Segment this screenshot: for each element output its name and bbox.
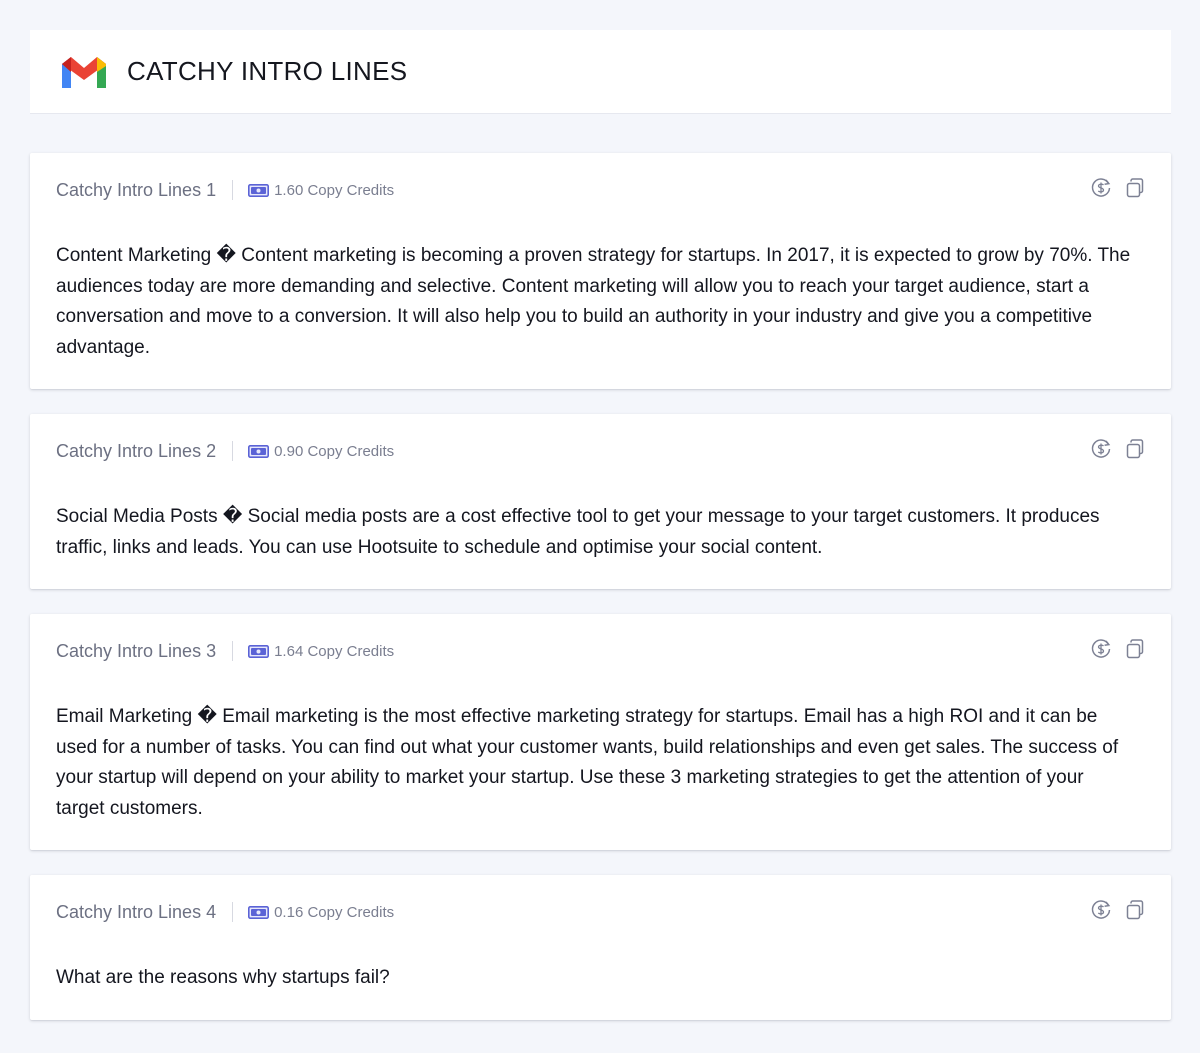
card-header: Catchy Intro Lines 3 1.64 Copy Credits <box>56 640 394 662</box>
result-card: Catchy Intro Lines 4 0.16 Copy Credits W… <box>30 875 1171 1020</box>
page-header: CATCHY INTRO LINES <box>30 30 1171 114</box>
card-actions <box>1090 438 1146 460</box>
money-bill-icon <box>248 905 270 919</box>
card-header: Catchy Intro Lines 2 0.90 Copy Credits <box>56 440 394 462</box>
card-title: Catchy Intro Lines 4 <box>56 901 217 922</box>
card-title: Catchy Intro Lines 2 <box>56 440 217 461</box>
card-text: What are the reasons why startups fail? <box>56 967 390 988</box>
money-bill-icon <box>248 183 270 197</box>
copy-icon[interactable] <box>1124 438 1146 460</box>
card-text: Content Marketing � Content marketing is… <box>56 245 1131 358</box>
dollar-refresh-icon[interactable] <box>1090 438 1112 460</box>
credits-label: 0.16 Copy Credits <box>274 903 395 921</box>
card-actions <box>1090 899 1146 921</box>
card-title: Catchy Intro Lines 3 <box>56 640 217 661</box>
money-bill-icon <box>248 644 270 658</box>
card-header: Catchy Intro Lines 4 0.16 Copy Credits <box>56 901 394 923</box>
card-actions <box>1090 177 1146 199</box>
gmail-logo-icon <box>62 56 106 88</box>
result-card: Catchy Intro Lines 3 1.64 Copy Credits E… <box>30 614 1171 850</box>
card-actions <box>1090 638 1146 660</box>
divider <box>232 902 234 922</box>
copy-icon[interactable] <box>1124 638 1146 660</box>
copy-icon[interactable] <box>1124 177 1146 199</box>
credits-label: 1.60 Copy Credits <box>274 181 395 199</box>
dollar-refresh-icon[interactable] <box>1090 177 1112 199</box>
card-title: Catchy Intro Lines 1 <box>56 179 217 200</box>
result-card: Catchy Intro Lines 1 1.60 Copy Credits C… <box>30 153 1171 389</box>
page-title: CATCHY INTRO LINES <box>127 56 408 86</box>
divider <box>232 641 234 661</box>
dollar-refresh-icon[interactable] <box>1090 899 1112 921</box>
card-header: Catchy Intro Lines 1 1.60 Copy Credits <box>56 179 394 201</box>
money-bill-icon <box>248 444 270 458</box>
credits-label: 0.90 Copy Credits <box>274 442 395 460</box>
dollar-refresh-icon[interactable] <box>1090 638 1112 660</box>
copy-icon[interactable] <box>1124 899 1146 921</box>
divider <box>232 441 234 461</box>
credits-label: 1.64 Copy Credits <box>274 642 395 660</box>
divider <box>232 180 234 200</box>
result-card: Catchy Intro Lines 2 0.90 Copy Credits S… <box>30 414 1171 589</box>
card-text: Email Marketing � Email marketing is the… <box>56 706 1119 819</box>
card-text: Social Media Posts � Social media posts … <box>56 506 1100 558</box>
